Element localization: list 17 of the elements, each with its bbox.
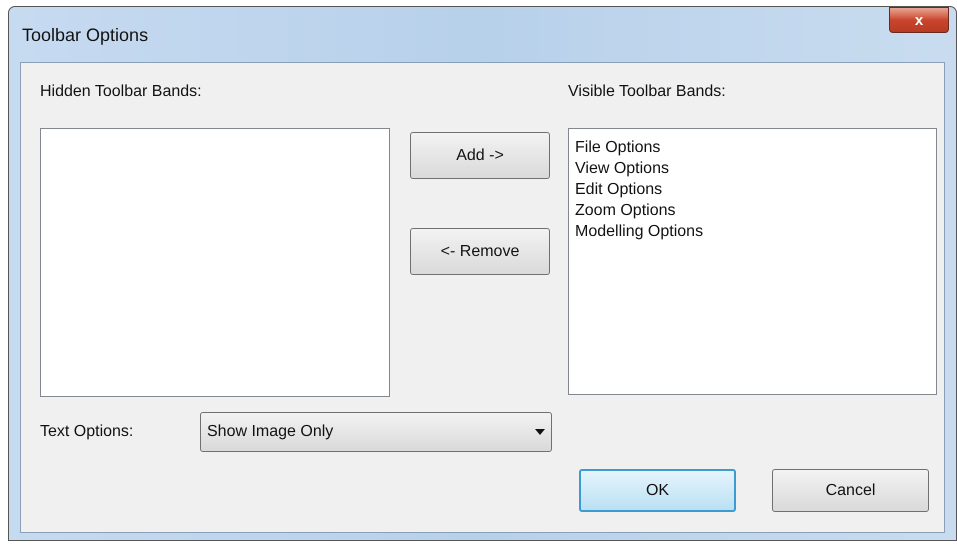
- cancel-button[interactable]: Cancel: [772, 469, 929, 512]
- list-item[interactable]: View Options: [575, 158, 930, 179]
- hidden-bands-label: Hidden Toolbar Bands:: [40, 82, 203, 102]
- window-title: Toolbar Options: [22, 24, 148, 47]
- list-item[interactable]: Zoom Options: [575, 200, 930, 221]
- list-item[interactable]: Modelling Options: [575, 221, 930, 242]
- text-options-dropdown[interactable]: Show Image Only: [200, 412, 552, 452]
- add-button[interactable]: Add ->: [410, 132, 550, 179]
- close-button[interactable]: x: [889, 7, 949, 33]
- visible-bands-label: Visible Toolbar Bands:: [568, 82, 727, 102]
- list-item[interactable]: Edit Options: [575, 179, 930, 200]
- list-item[interactable]: File Options: [575, 137, 930, 158]
- dropdown-arrow-icon: [535, 429, 545, 435]
- text-options-label: Text Options:: [40, 422, 134, 442]
- hidden-bands-list[interactable]: [40, 128, 390, 397]
- ok-button[interactable]: OK: [579, 469, 736, 512]
- remove-button[interactable]: <- Remove: [410, 228, 550, 275]
